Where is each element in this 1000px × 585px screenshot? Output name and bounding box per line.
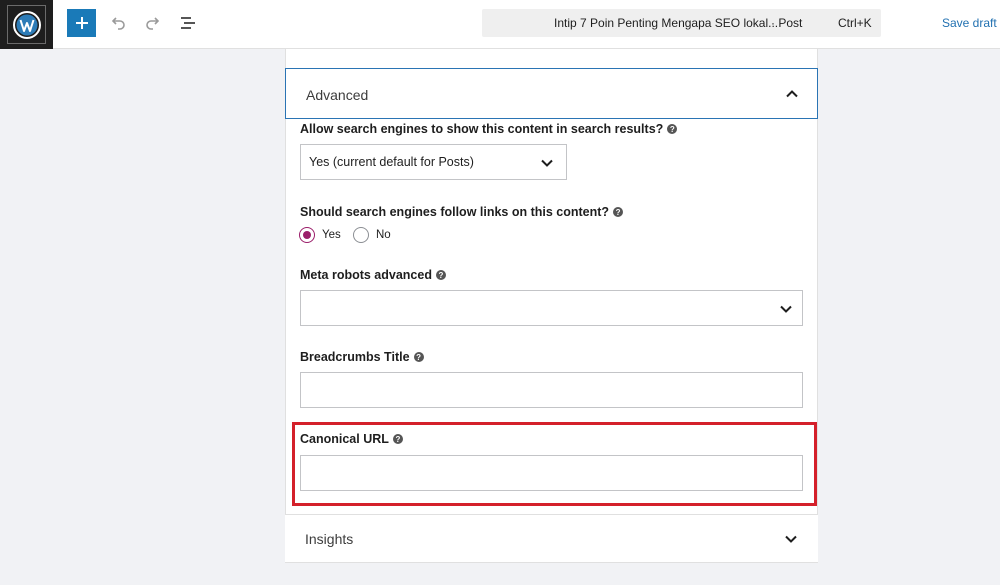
undo-icon [111,17,125,30]
redo-button[interactable] [141,11,165,35]
breadcrumbs-title-input[interactable] [300,372,803,408]
search-visibility-label: Allow search engines to show this conten… [300,122,678,136]
add-block-button[interactable] [67,9,96,37]
command-shortcut: Ctrl+K [838,16,872,30]
follow-links-no-label[interactable]: No [376,229,391,241]
breadcrumbs-title-label-text: Breadcrumbs Title [300,350,410,364]
undo-button[interactable] [106,11,130,35]
meta-robots-label-text: Meta robots advanced [300,268,432,282]
document-type: · Post [771,16,803,30]
plus-icon [75,17,88,29]
follow-links-yes-label[interactable]: Yes [322,229,341,241]
help-icon[interactable]: ? [435,270,446,280]
wordpress-logo-button[interactable] [0,0,53,49]
list-view-icon [181,17,195,29]
command-palette-bar[interactable]: Intip 7 Poin Penting Mengapa SEO lokal..… [482,9,881,37]
follow-links-label: Should search engines follow links on th… [300,205,624,219]
follow-links-yes-radio[interactable] [299,227,315,243]
document-title: Intip 7 Poin Penting Mengapa SEO lokal..… [554,16,779,30]
chevron-down-icon [785,535,797,543]
search-visibility-label-text: Allow search engines to show this conten… [300,122,664,136]
follow-links-label-text: Should search engines follow links on th… [300,205,610,219]
canonical-url-label: Canonical URL ? [300,432,403,446]
meta-robots-select[interactable] [300,290,803,326]
document-overview-button[interactable] [176,11,200,35]
wordpress-logo-icon [7,5,46,44]
canonical-url-input[interactable] [300,455,803,491]
advanced-section-toggle[interactable]: Advanced [285,68,818,119]
help-icon[interactable]: ? [413,352,424,362]
follow-links-no-radio[interactable] [353,227,369,243]
redo-icon [146,17,160,30]
editor-toolbar: Intip 7 Poin Penting Mengapa SEO lokal..… [0,0,1000,49]
breadcrumbs-title-label: Breadcrumbs Title ? [300,350,424,364]
insights-section-title: Insights [305,531,354,547]
save-draft-button[interactable]: Save draft [942,16,997,30]
chevron-down-icon [541,159,553,167]
chevron-up-icon [786,90,798,98]
insights-section-toggle[interactable]: Insights [285,514,818,563]
help-icon[interactable]: ? [392,434,403,444]
search-visibility-select[interactable]: Yes (current default for Posts) [300,144,567,180]
chevron-down-icon [780,305,792,313]
help-icon[interactable]: ? [667,124,678,134]
meta-robots-label: Meta robots advanced ? [300,268,446,282]
help-icon[interactable]: ? [613,207,624,217]
search-visibility-value: Yes (current default for Posts) [309,155,474,169]
canonical-url-label-text: Canonical URL [300,432,389,446]
advanced-section-title: Advanced [306,87,369,103]
